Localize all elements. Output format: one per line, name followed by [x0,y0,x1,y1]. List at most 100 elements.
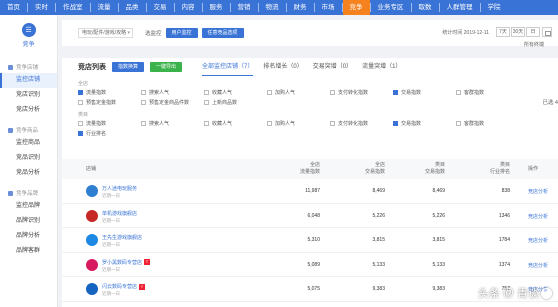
checkbox-icon[interactable] [78,120,83,126]
top-nav-item[interactable]: 物流 [259,0,286,15]
calendar-icon[interactable] [542,27,552,37]
metric-checkbox[interactable]: 行业排名 [78,130,141,137]
metric-checkbox[interactable]: 交易指数 [393,89,456,96]
metric-checkbox[interactable]: 客群指数 [456,89,519,96]
metric-checkbox[interactable]: 收藏人气 [204,120,267,127]
column-header-store-trade: 全店 交易指数 [364,162,385,175]
checkbox-icon[interactable] [393,120,398,126]
panel-title: 竞店列表 [78,64,106,71]
sidebar-group-label: 竞争商品 [16,128,39,134]
sidebar-item[interactable]: 竞店分析 [0,103,57,118]
top-nav-item[interactable]: 首页 [0,0,27,15]
shop-name-link[interactable]: 万人迷电玩服务 [102,185,137,192]
metric-checkbox[interactable]: 支付转化指数 [330,120,393,127]
metric-checkbox[interactable]: 加购人气 [267,89,330,96]
sidebar-item[interactable]: 品牌分析 [0,229,57,244]
top-nav-item[interactable]: 内容 [175,0,202,15]
sidebar-item[interactable]: 监控品牌 [0,199,57,214]
top-nav-item[interactable]: 服务 [203,0,230,15]
panel-tab[interactable]: 流量突增（1） [362,58,401,76]
competitor-option-button[interactable]: 任意竞品选项 [201,28,244,38]
user-monitor-button[interactable]: 用户监控 [165,28,198,38]
sidebar-item[interactable]: 品牌识别 [0,214,57,229]
competitor-analysis-link[interactable]: 竞店分析 [528,237,548,244]
sidebar-item[interactable]: 品牌客群 [0,244,57,259]
metric-checkbox[interactable]: 搜索人气 [141,89,204,96]
metric-checkbox[interactable]: 流量指数 [78,120,141,127]
top-nav-item[interactable]: 实时 [28,0,55,15]
checkbox-icon[interactable] [267,120,272,126]
top-nav-item[interactable]: 交易 [147,0,174,15]
sidebar-item[interactable]: 竞品分析 [0,166,57,181]
category-select[interactable]: 电玩/配件/游戏/攻略 ▾ [78,28,133,38]
top-nav-item[interactable]: 品类 [119,0,146,15]
shop-avatar[interactable] [86,209,98,222]
shop-name-link[interactable]: 王先生游戏旗舰店 [102,234,142,241]
top-nav-item[interactable]: 取数 [412,0,439,15]
top-nav-item[interactable]: 人群管理 [440,0,480,15]
sidebar-brand[interactable]: ☰ 竞争 [0,15,57,55]
panel-tab[interactable]: 全部监控店铺（7） [202,58,254,76]
shop-avatar[interactable] [86,283,98,295]
top-nav-item[interactable]: 营销 [231,0,258,15]
checkbox-icon[interactable] [141,120,146,126]
export-button[interactable]: 一键导出 [150,62,183,72]
top-nav-item[interactable]: 业务专区 [371,0,411,15]
metric-checkbox[interactable]: 加购人气 [267,120,330,127]
metric-checkbox[interactable]: 支付转化指数 [330,89,393,96]
competitor-analysis-link[interactable]: 竞店分析 [528,262,548,269]
range-7d-button[interactable]: 7天 [496,27,510,37]
metric-checkbox[interactable]: 收藏人气 [204,89,267,96]
checkbox-icon[interactable] [393,89,398,95]
checkbox-icon[interactable] [330,89,335,95]
range-day-button[interactable]: 日 [526,27,540,37]
checkbox-icon[interactable] [204,99,209,105]
checkbox-icon[interactable] [330,120,335,126]
checkbox-icon[interactable] [141,89,146,95]
sidebar-item[interactable]: 竞品识别 [0,151,57,166]
sidebar-item[interactable]: 竞店识别 [0,88,57,103]
sidebar-item[interactable]: 监控店铺 [0,73,57,88]
panel-tab[interactable]: 排名增长（0） [263,58,302,76]
metric-checkbox[interactable]: 预售定金指数 [78,99,141,106]
top-nav-item[interactable]: 学院 [481,0,508,15]
checkbox-icon[interactable] [267,89,272,95]
metric-checkbox[interactable]: 交易指数 [393,120,456,127]
checkbox-icon[interactable] [78,130,83,136]
top-nav-item[interactable]: 财务 [287,0,314,15]
panel-tab[interactable]: 交易突增（0） [313,58,352,76]
checkbox-icon[interactable] [141,99,146,105]
shop-avatar[interactable] [86,234,98,246]
sidebar-item[interactable]: 监控商品 [0,136,57,151]
range-30d-button[interactable]: 30天 [511,27,525,37]
checkbox-icon[interactable] [204,89,209,95]
checkbox-icon[interactable] [78,99,83,105]
metric-checkbox[interactable]: 预售定金商品件数 [141,99,204,106]
checkbox-icon[interactable] [78,89,83,95]
top-nav-item[interactable]: 作战室 [56,0,90,15]
table-header: 店铺 全店 流量指数 全店 交易指数 类目 交易指数 类目 行业排名 操作 [62,159,558,179]
metric-label: 流量指数 [86,89,107,96]
metric-checkbox[interactable]: 流量指数 [78,89,141,96]
top-nav-item[interactable]: 竞争 [342,0,370,15]
checkbox-icon[interactable] [456,120,461,126]
table-cell: 1346 [498,212,510,219]
shop-avatar[interactable] [86,258,98,271]
checkbox-icon[interactable] [204,120,209,126]
shop-avatar[interactable] [86,185,98,197]
competitor-analysis-link[interactable]: 竞店分析 [528,188,548,195]
competitor-analysis-link[interactable]: 竞店分析 [528,213,548,220]
top-nav-item[interactable]: 流量 [91,0,118,15]
checkbox-icon[interactable] [456,89,461,95]
top-nav-item[interactable]: 市场 [315,0,342,15]
shop-name-link[interactable]: 闪云数码专营店 T [102,283,146,290]
terminal-select[interactable]: 所有终端 [524,41,544,48]
shop-name-link[interactable]: 单机游戏旗舰店 [102,210,137,217]
shop-name-link[interactable]: 罗小黑数码专营店 T [102,259,151,266]
chevron-down-icon: ▾ [127,30,130,36]
index-convert-button[interactable]: 指数换算 [112,62,145,72]
table-cell: 5,089 [307,261,320,268]
metric-checkbox[interactable]: 搜索人气 [141,120,204,127]
metric-checkbox[interactable]: 上新商品数 [204,99,267,106]
metric-checkbox[interactable]: 客群指数 [456,120,519,127]
